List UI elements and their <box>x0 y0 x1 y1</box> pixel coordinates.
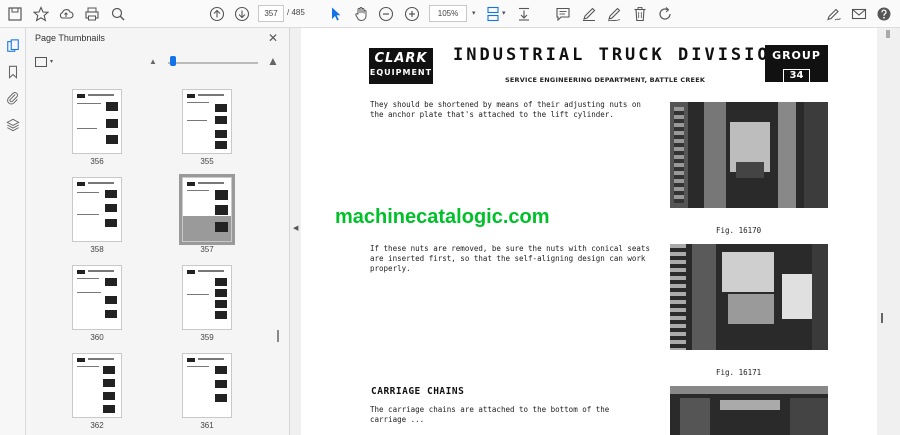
next-page-icon[interactable] <box>232 4 252 24</box>
figure-16170-photo <box>670 102 828 208</box>
hand-tool-icon[interactable] <box>351 4 371 24</box>
rotate-icon[interactable] <box>655 4 675 24</box>
document-scrollbar[interactable] <box>877 28 900 435</box>
thumbnail-options-icon[interactable] <box>35 57 47 67</box>
figure-photo-partial <box>670 386 828 435</box>
print-icon[interactable] <box>82 4 102 24</box>
thumbnail-page-label: 356 <box>90 157 104 166</box>
figure-caption: Fig. 16171 <box>716 368 762 377</box>
comment-icon[interactable] <box>553 4 573 24</box>
thumbnail-tools: ▾ ▲ ▲ <box>26 53 290 75</box>
right-panel-handle[interactable] <box>881 313 883 323</box>
shrink-thumbnails-icon[interactable]: ▲ <box>149 57 157 66</box>
thumbnail-page-label: 355 <box>200 157 214 166</box>
panel-scrollbar[interactable] <box>274 84 282 429</box>
thumbnail-page-label: 357 <box>200 245 214 254</box>
figure-caption: Fig. 16170 <box>716 226 762 235</box>
star-icon[interactable] <box>31 4 51 24</box>
options-caret-icon[interactable]: ▾ <box>50 58 53 65</box>
page-thumbnail[interactable] <box>72 353 122 418</box>
page-display-caret-icon[interactable]: ▾ <box>502 9 506 17</box>
document-page: CLARK EQUIPMENT INDUSTRIAL TRUCK DIVISIO… <box>301 28 877 435</box>
top-toolbar: 357 / 485 105% ▾ ▾ <box>0 0 900 28</box>
help-icon[interactable] <box>874 4 894 24</box>
zoom-search-icon[interactable] <box>108 4 128 24</box>
scroll-mode-icon[interactable] <box>514 4 534 24</box>
thumbnail-page-label: 359 <box>200 333 214 342</box>
thumbnail-page-label: 361 <box>200 421 214 430</box>
left-nav-rail <box>0 28 26 435</box>
layers-icon[interactable] <box>5 117 21 133</box>
enlarge-thumbnails-icon[interactable]: ▲ <box>267 54 279 68</box>
thumbnail-size-slider[interactable] <box>168 62 258 64</box>
page-thumbnail[interactable] <box>182 89 232 154</box>
sign-pen-icon[interactable] <box>824 4 844 24</box>
thumbnail-page-label: 360 <box>90 333 104 342</box>
zoom-out-icon[interactable] <box>376 4 396 24</box>
panel-title: Page Thumbnails <box>35 33 105 43</box>
document-scrollbar-thumb[interactable] <box>886 30 890 38</box>
section-heading: CARRIAGE CHAINS <box>371 386 465 397</box>
draw-icon[interactable] <box>604 4 624 24</box>
group-badge: GROUP 34 <box>765 45 828 83</box>
bookmark-icon[interactable] <box>5 64 21 80</box>
thumbnail-page-label: 362 <box>90 421 104 430</box>
mail-icon[interactable] <box>849 4 869 24</box>
document-title: INDUSTRIAL TRUCK DIVISION <box>453 45 784 65</box>
page-thumbnail[interactable] <box>72 177 122 242</box>
panel-scrollbar-thumb[interactable] <box>277 330 279 342</box>
paragraph-adjusting-nuts: They should be shortened by means of the… <box>370 100 641 119</box>
delete-icon[interactable] <box>630 4 650 24</box>
collapse-panel-arrow-icon[interactable]: ◀ <box>293 224 298 232</box>
paragraph-conical-seats: If these nuts are removed, be sure the n… <box>370 244 650 273</box>
cloud-upload-icon[interactable] <box>56 4 76 24</box>
page-thumbnail-current[interactable] <box>179 174 235 245</box>
select-cursor-icon[interactable] <box>326 4 346 24</box>
page-total: / 485 <box>287 8 305 17</box>
save-icon[interactable] <box>5 4 25 24</box>
figure-16171-photo <box>670 244 828 350</box>
page-thumbnail[interactable] <box>72 265 122 330</box>
page-thumbnails-icon[interactable] <box>5 38 21 54</box>
page-thumbnail[interactable] <box>72 89 122 154</box>
thumbnail-grid: 356 355 358 357 360 359 362 361 <box>26 78 274 435</box>
highlight-pen-icon[interactable] <box>579 4 599 24</box>
zoom-level-select[interactable]: 105% <box>429 5 467 22</box>
page-number-input[interactable]: 357 <box>258 5 284 22</box>
attachment-icon[interactable] <box>5 90 21 106</box>
close-icon[interactable]: ✕ <box>268 31 278 45</box>
page-display-icon[interactable] <box>483 4 503 24</box>
paragraph-carriage-chains: The carriage chains are attached to the … <box>370 405 610 424</box>
page-thumbnails-panel: Page Thumbnails ✕ ▾ ▲ ▲ 356 355 358 357 … <box>26 28 290 435</box>
thumbnail-size-slider-handle[interactable] <box>170 56 176 66</box>
zoom-dropdown-caret-icon[interactable]: ▾ <box>472 9 476 17</box>
previous-page-icon[interactable] <box>207 4 227 24</box>
pdf-viewer-window: 357 / 485 105% ▾ ▾ Page Thumbnails ✕ ▾ ▲… <box>0 0 900 435</box>
zoom-in-icon[interactable] <box>402 4 422 24</box>
clark-equipment-logo: CLARK EQUIPMENT <box>369 48 433 84</box>
watermark-text: machinecatalogic.com <box>335 206 550 228</box>
page-thumbnail[interactable] <box>182 353 232 418</box>
page-thumbnail[interactable] <box>182 265 232 330</box>
document-subtitle: SERVICE ENGINEERING DEPARTMENT, BATTLE C… <box>505 76 706 84</box>
thumbnail-page-label: 358 <box>90 245 104 254</box>
